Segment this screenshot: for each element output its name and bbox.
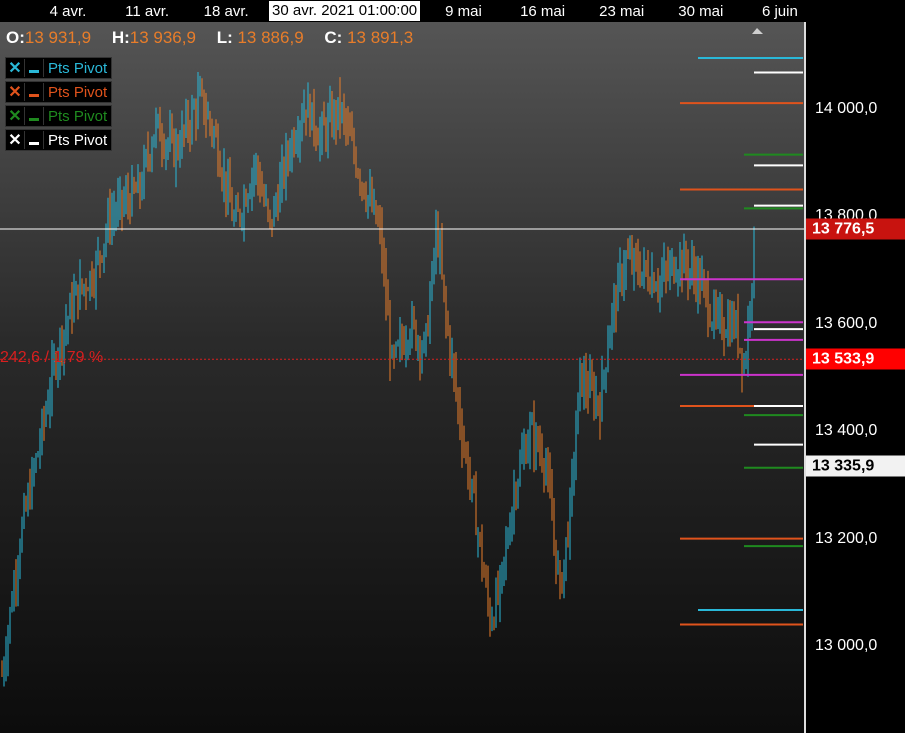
legend-row[interactable]: ✕ Pts Pivot <box>5 57 113 79</box>
price-tick-label: 13 200,0 <box>815 529 878 547</box>
close-key: C: <box>324 28 343 47</box>
price-badge: 13 776,5 <box>806 218 905 240</box>
time-tick-label: 11 avr. <box>125 3 170 20</box>
measure-label: 242,6 / 1,79 % <box>0 349 104 367</box>
price-badge: 13 335,9 <box>806 455 905 477</box>
time-tick-label: 30 mai <box>678 3 724 20</box>
time-tick-label: 4 avr. <box>49 3 87 20</box>
open-value: 13 931,9 <box>24 28 92 47</box>
price-tick-label: 14 000,0 <box>815 100 878 117</box>
time-tick-label: 6 juin <box>761 3 798 20</box>
ohlc-readout: O:13 931,9 H:13 936,9 L: 13 886,9 C: 13 … <box>6 28 429 48</box>
high-key: H: <box>111 28 130 47</box>
line-style-icon[interactable] <box>25 59 44 77</box>
time-tick-label: 16 mai <box>520 3 566 20</box>
time-tick-label: 9 mai <box>445 3 482 20</box>
legend-row[interactable]: ✕ Pts Pivot <box>5 81 113 103</box>
high-value: 13 936,9 <box>129 28 196 47</box>
low-value: 13 886,9 <box>237 28 304 47</box>
line-style-icon[interactable] <box>25 83 44 101</box>
remove-indicator-icon[interactable]: ✕ <box>6 59 25 77</box>
chart-plot-area[interactable]: O:13 931,9 H:13 936,9 L: 13 886,9 C: 13 … <box>0 22 804 733</box>
open-key: O: <box>6 28 25 47</box>
close-value: 13 891,3 <box>347 28 414 47</box>
line-style-icon[interactable] <box>25 131 44 149</box>
remove-indicator-icon[interactable]: ✕ <box>6 131 25 149</box>
legend-label[interactable]: Pts Pivot <box>44 108 111 125</box>
legend-label[interactable]: Pts Pivot <box>44 132 111 149</box>
legend-label[interactable]: Pts Pivot <box>44 60 111 77</box>
time-tick-label: 18 avr. <box>203 3 249 20</box>
time-tick-label: 23 mai <box>599 3 645 20</box>
legend-row[interactable]: ✕ Pts Pivot <box>5 105 113 127</box>
alert-marker-icon <box>752 28 763 34</box>
remove-indicator-icon[interactable]: ✕ <box>6 107 25 125</box>
legend-label[interactable]: Pts Pivot <box>44 84 111 101</box>
remove-indicator-icon[interactable]: ✕ <box>6 83 25 101</box>
legend-row[interactable]: ✕ Pts Pivot <box>5 129 113 151</box>
crosshair-time-label: 30 avr. 2021 01:00:00 <box>269 1 421 21</box>
low-key: L: <box>216 28 233 47</box>
price-tick-label: 13 400,0 <box>815 422 878 440</box>
price-axis[interactable]: 14 000,0 13 800,0 13 600,0 13 400,0 13 200,0… <box>804 22 905 733</box>
price-tick-label: 13 600,0 <box>815 314 878 332</box>
line-style-icon[interactable] <box>25 107 44 125</box>
price-tick-label: 13 000,0 <box>815 637 878 654</box>
price-chart[interactable] <box>0 22 804 733</box>
time-axis[interactable]: 4 avr. 11 avr. 18 avr. 9 mai 16 mai 23 mai 30 … <box>0 0 905 22</box>
price-badge: 13 533,9 <box>806 348 905 370</box>
